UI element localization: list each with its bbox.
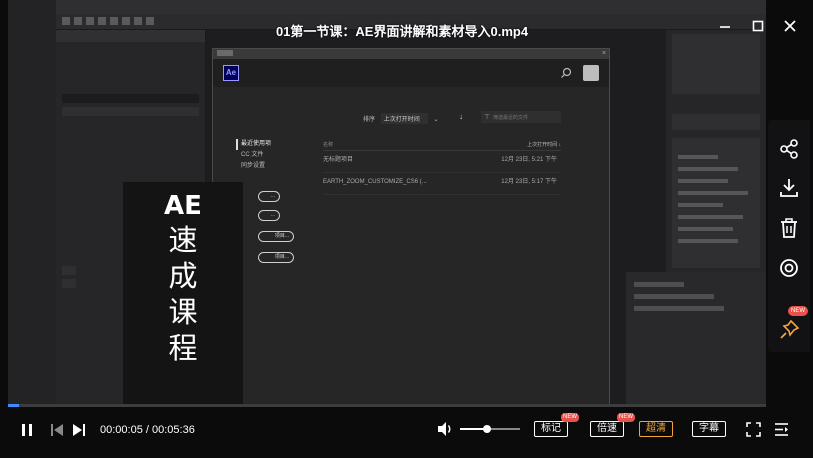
sidebar-item-cc-files[interactable]: CC 文件 (241, 150, 271, 161)
progress-bar[interactable] (8, 404, 766, 407)
file-name: EARTH_ZOOM_CUSTOMIZE_CS6 (... (323, 179, 427, 185)
volume-slider[interactable] (460, 425, 520, 433)
mark-button[interactable]: 标记 NEW (534, 413, 579, 437)
pin-icon[interactable] (777, 318, 801, 342)
file-date: 12月 23日, 5:21 下午 (501, 157, 557, 163)
promo-title: AE (164, 191, 202, 221)
new-badge: NEW (561, 413, 579, 422)
subtitle-button[interactable]: 字幕 (692, 421, 726, 437)
dialog-sidebar: 最近使用项 CC 文件 同步设置 (236, 139, 271, 172)
maximize-icon[interactable] (749, 17, 767, 35)
column-name-header: 名称 (323, 142, 334, 148)
filter-placeholder: 筛选最近的文件 (493, 115, 529, 121)
avatar[interactable] (583, 65, 599, 81)
ae-start-dialog: × Ae 排序 上次打开时间 ⌄ ↓ ⊤ 筛选最近的文件 最近使用项 CC 文件… (212, 48, 610, 405)
dialog-close-icon[interactable]: × (602, 50, 606, 58)
filter-input[interactable]: ⊤ 筛选最近的文件 (481, 111, 561, 123)
promo-char: 程 (168, 331, 198, 365)
playlist-icon[interactable] (774, 422, 789, 437)
time-current: 00:00:05 (100, 424, 143, 436)
column-last-opened-header[interactable]: 上次打开时间 ↓ (527, 141, 561, 148)
ae-logo: Ae (223, 65, 239, 81)
quality-button[interactable]: 超清 (639, 421, 673, 437)
dialog-titlebar: × (213, 49, 609, 59)
target-icon[interactable] (777, 256, 801, 280)
share-icon[interactable] (777, 137, 801, 161)
side-toolbar: NEW (768, 120, 810, 352)
time-display: 00:00:05 / 00:05:36 (100, 424, 195, 436)
new-badge: NEW (788, 306, 808, 316)
promo-char: 课 (168, 295, 198, 329)
sort-control[interactable]: 排序 上次打开时间 ⌄ (363, 113, 438, 124)
new-project-button[interactable]: ... (258, 191, 280, 202)
ae-menubar (56, 0, 766, 14)
video-title: 01第一节课：AE界面讲解和素材导入0.mp4 (275, 24, 529, 39)
recent-files-header: 名称 上次打开时间 ↓ (323, 141, 561, 151)
sidebar-item-recent[interactable]: 最近使用项 (236, 139, 271, 150)
open-team-project-button[interactable]: 项目... (258, 252, 294, 263)
time-separator: / (142, 424, 152, 436)
fullscreen-icon[interactable] (746, 422, 761, 437)
open-project-button[interactable]: ... (258, 210, 280, 221)
volume-icon[interactable] (436, 420, 454, 438)
dialog-header: Ae (213, 59, 609, 87)
volume-knob[interactable] (483, 425, 491, 433)
time-total: 00:05:36 (152, 424, 195, 436)
file-date: 12月 23日, 5:17 下午 (501, 179, 557, 185)
chevron-down-icon: ⌄ (433, 117, 439, 123)
download-icon[interactable] (777, 176, 801, 200)
new-badge: NEW (617, 413, 635, 422)
table-row[interactable]: 无标题项目 12月 23日, 5:21 下午 (323, 153, 561, 173)
previous-icon[interactable] (50, 423, 64, 437)
course-promo-banner: AE 速 成 课 程 (123, 182, 243, 405)
video-frame[interactable]: × Ae 排序 上次打开时间 ⌄ ↓ ⊤ 筛选最近的文件 最近使用项 CC 文件… (8, 0, 766, 405)
table-row[interactable]: EARTH_ZOOM_CUSTOMIZE_CS6 (... 12月 23日, 5… (323, 175, 561, 195)
new-team-project-button[interactable]: 项目... (258, 231, 294, 242)
minimize-icon[interactable] (716, 17, 734, 35)
sidebar-item-sync-settings[interactable]: 同步设置 (241, 161, 271, 172)
sort-select[interactable]: 上次打开时间 (380, 113, 428, 124)
promo-char: 成 (168, 259, 198, 293)
filter-icon: ⊤ (484, 114, 491, 121)
promo-char: 速 (168, 223, 198, 257)
next-icon[interactable] (72, 423, 86, 437)
speed-button[interactable]: 倍速 NEW (590, 413, 635, 437)
sort-label: 排序 (363, 117, 376, 123)
file-name: 无标题项目 (323, 157, 354, 163)
search-icon[interactable] (559, 66, 573, 80)
close-icon[interactable] (781, 17, 799, 35)
trash-icon[interactable] (777, 216, 801, 240)
speed-label: 倍速 (597, 423, 617, 434)
mark-label: 标记 (541, 423, 561, 434)
progress-fill (8, 404, 20, 407)
player-controls: 00:00:05 / 00:05:36 标记 NEW 倍速 NEW 超清 字幕 (0, 408, 813, 458)
pause-icon[interactable] (20, 423, 34, 437)
ae-paragraph-panel (626, 272, 766, 405)
sort-direction-icon[interactable]: ↓ (459, 112, 463, 121)
